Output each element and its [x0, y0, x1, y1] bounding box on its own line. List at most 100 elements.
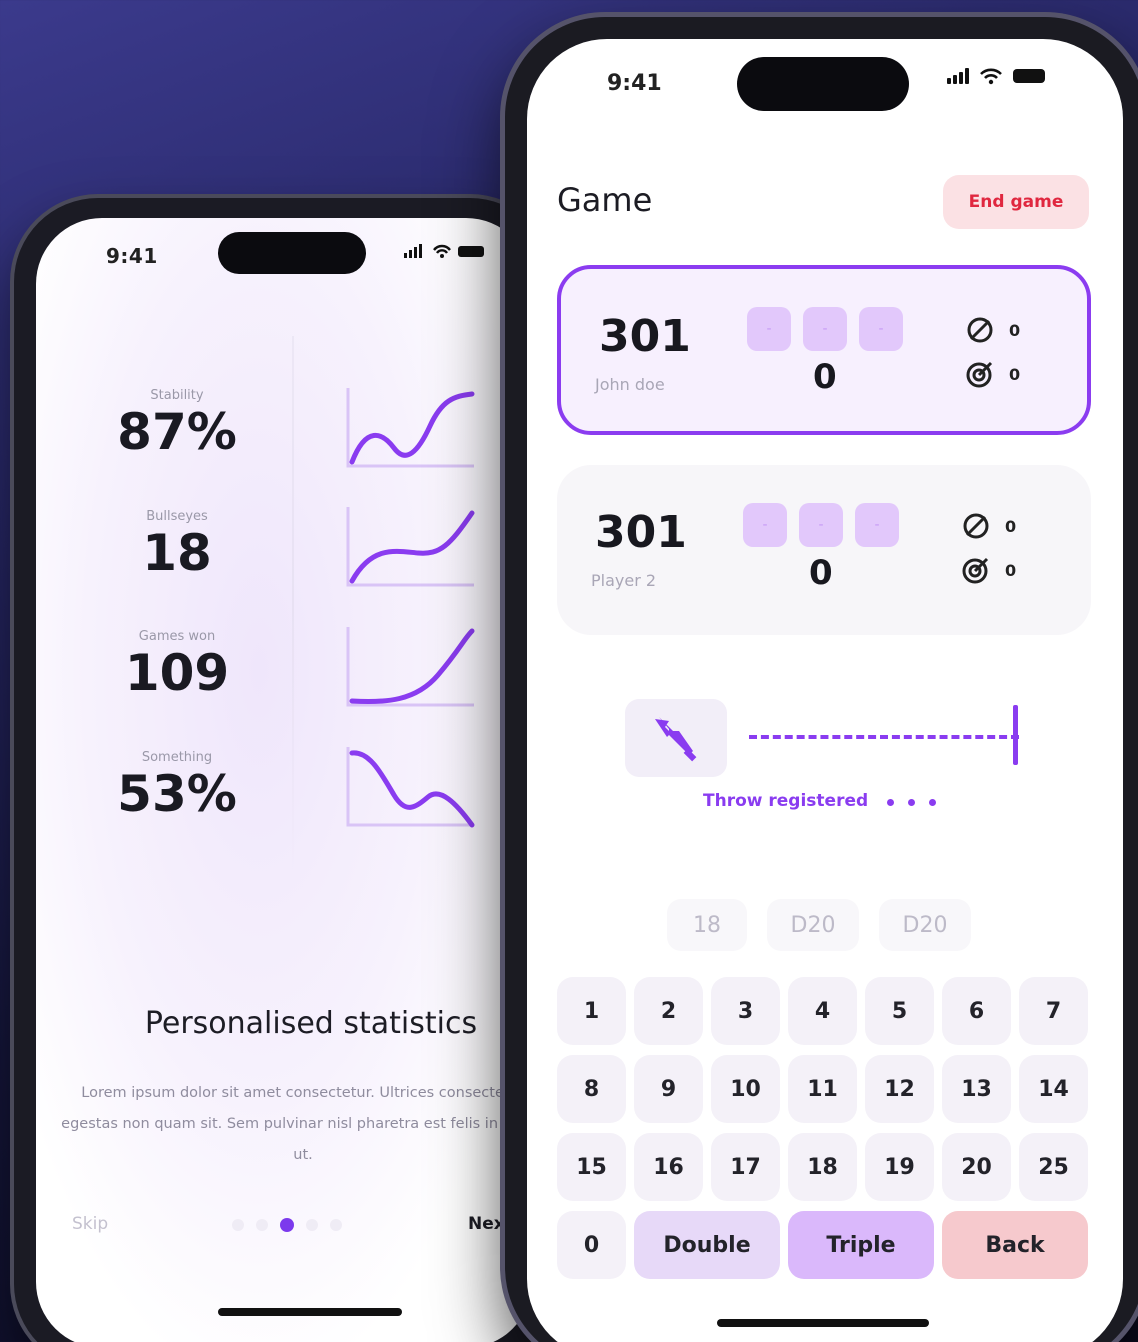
wifi-icon	[980, 68, 1002, 85]
dynamic-island	[737, 57, 909, 111]
double-button[interactable]: Double	[634, 1211, 780, 1279]
skip-button[interactable]: Skip	[72, 1214, 108, 1234]
throw-slot: -	[743, 503, 787, 547]
status-icons	[404, 242, 488, 264]
dart-icon-box	[625, 699, 727, 777]
key-7[interactable]: 7	[1019, 977, 1088, 1045]
page-dot-active[interactable]	[280, 1218, 294, 1232]
round-score: 0	[809, 553, 833, 593]
key-1[interactable]: 1	[557, 977, 626, 1045]
target-icon	[966, 361, 993, 388]
key-12[interactable]: 12	[865, 1055, 934, 1123]
player-name: Player 2	[591, 571, 657, 590]
throw-slot: -	[747, 307, 791, 351]
key-10[interactable]: 10	[711, 1055, 780, 1123]
stat-value: 87%	[117, 403, 237, 461]
keypad-row: 1 2 3 4 5 6 7	[557, 977, 1089, 1045]
throw-chip: D20	[767, 899, 859, 951]
stats-divider	[292, 336, 294, 876]
key-0[interactable]: 0	[557, 1211, 626, 1279]
throw-slot: -	[799, 503, 843, 547]
stability-sparkline	[346, 388, 475, 468]
signal-icon	[947, 68, 969, 84]
target-icon	[962, 557, 989, 584]
player-card[interactable]: 301 Player 2 - - - 0 0 0	[557, 465, 1091, 635]
stat-games-won: Games won 109	[106, 629, 248, 702]
loading-dots	[887, 799, 936, 806]
stat-label: Something	[141, 750, 213, 765]
home-indicator	[218, 1308, 402, 1316]
key-5[interactable]: 5	[865, 977, 934, 1045]
throw-status: Throw registered	[703, 791, 869, 811]
onboarding-body: Lorem ipsum dolor sit amet consectetur. …	[61, 1085, 532, 1163]
throw-chip: D20	[879, 899, 971, 951]
dynamic-island	[218, 232, 366, 274]
player-name: John doe	[595, 375, 665, 394]
triple-button[interactable]: Triple	[788, 1211, 934, 1279]
round-score: 0	[813, 357, 837, 397]
throw-slots: - - -	[747, 307, 903, 351]
hits-count: 0	[1009, 364, 1021, 384]
key-14[interactable]: 14	[1019, 1055, 1088, 1123]
key-6[interactable]: 6	[942, 977, 1011, 1045]
page-indicator	[232, 1218, 342, 1232]
onboarding-heading: Personalised statistics	[144, 1006, 478, 1041]
player-score: 301	[595, 507, 687, 558]
key-4[interactable]: 4	[788, 977, 857, 1045]
home-indicator	[717, 1319, 929, 1327]
key-9[interactable]: 9	[634, 1055, 703, 1123]
key-15[interactable]: 15	[557, 1133, 626, 1201]
miss-icon	[967, 317, 993, 343]
throw-slots: - - -	[743, 503, 899, 547]
player-card-active[interactable]: 301 John doe - - - 0 0 0	[557, 265, 1091, 435]
key-2[interactable]: 2	[634, 977, 703, 1045]
end-game-button[interactable]: End game	[943, 175, 1089, 229]
key-16[interactable]: 16	[634, 1133, 703, 1201]
status-icons	[947, 67, 1045, 85]
stat-label: Bullseyes	[146, 509, 208, 524]
stat-bullseyes: Bullseyes 18	[106, 509, 248, 582]
hits-count: 0	[1005, 560, 1017, 580]
back-phone-screen: 9:41 Stability 87% Bullseyes 18 Games wo…	[36, 218, 532, 1342]
recent-throws: 18 D20 D20	[667, 899, 971, 951]
keypad-row: 8 9 10 11 12 13 14	[557, 1055, 1089, 1123]
key-17[interactable]: 17	[711, 1133, 780, 1201]
throw-slot: -	[803, 307, 847, 351]
key-13[interactable]: 13	[942, 1055, 1011, 1123]
page-dot[interactable]	[306, 1219, 318, 1231]
page-dot[interactable]	[232, 1219, 244, 1231]
stat-label: Games won	[138, 629, 216, 644]
stat-something: Something 53%	[106, 750, 248, 823]
battery-icon	[1013, 69, 1045, 83]
key-20[interactable]: 20	[942, 1133, 1011, 1201]
front-phone-screen: 9:41 Game End game 301 John doe - - - 0	[527, 39, 1123, 1342]
score-keypad: 1 2 3 4 5 6 7 8 9 10 11 12 13 14 15 16 1…	[557, 977, 1089, 1289]
key-25[interactable]: 25	[1019, 1133, 1088, 1201]
back-button[interactable]: Back	[942, 1211, 1088, 1279]
stat-value: 109	[124, 644, 230, 702]
key-19[interactable]: 19	[865, 1133, 934, 1201]
key-8[interactable]: 8	[557, 1055, 626, 1123]
something-sparkline	[346, 747, 475, 828]
stat-stability: Stability 87%	[106, 388, 248, 461]
keypad-row: 0 Double Triple Back	[557, 1211, 1089, 1279]
misses-stat: 0	[961, 511, 1016, 541]
stat-value: 53%	[117, 765, 237, 823]
status-time: 9:41	[106, 244, 158, 268]
key-18[interactable]: 18	[788, 1133, 857, 1201]
stat-value: 18	[142, 524, 212, 582]
stat-label: Stability	[150, 388, 204, 403]
page-dot[interactable]	[330, 1219, 342, 1231]
misses-count: 0	[1005, 516, 1017, 536]
page-dot[interactable]	[256, 1219, 268, 1231]
throw-chip: 18	[667, 899, 747, 951]
key-3[interactable]: 3	[711, 977, 780, 1045]
bullseyes-sparkline	[346, 507, 475, 587]
hits-stat: 0	[961, 555, 1016, 585]
page-title: Game	[557, 181, 653, 219]
player-score: 301	[599, 311, 691, 362]
keypad-row: 15 16 17 18 19 20 25	[557, 1133, 1089, 1201]
back-phone: 9:41 Stability 87% Bullseyes 18 Games wo…	[14, 198, 554, 1342]
misses-stat: 0	[965, 315, 1020, 345]
key-11[interactable]: 11	[788, 1055, 857, 1123]
